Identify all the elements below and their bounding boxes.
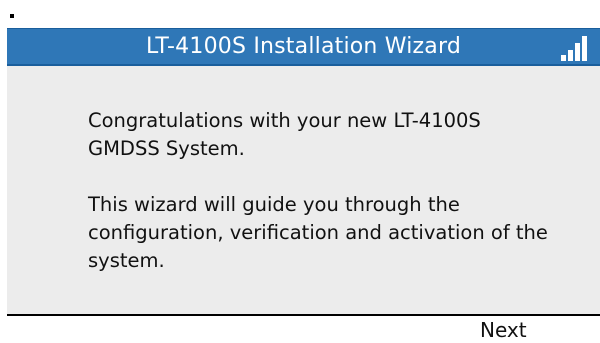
status-dot: [10, 14, 14, 18]
wizard-description: This wizard will guide you through the c…: [88, 193, 548, 272]
title-bar: LT-4100S Installation Wizard: [7, 28, 600, 66]
wizard-title: LT-4100S Installation Wizard: [145, 34, 461, 59]
next-button[interactable]: Next: [476, 318, 531, 343]
wizard-screen: LT-4100S Installation Wizard Congratulat…: [0, 0, 600, 343]
welcome-message: Congratulations with your new LT-4100S G…: [88, 109, 481, 160]
signal-strength-icon: [560, 35, 588, 61]
